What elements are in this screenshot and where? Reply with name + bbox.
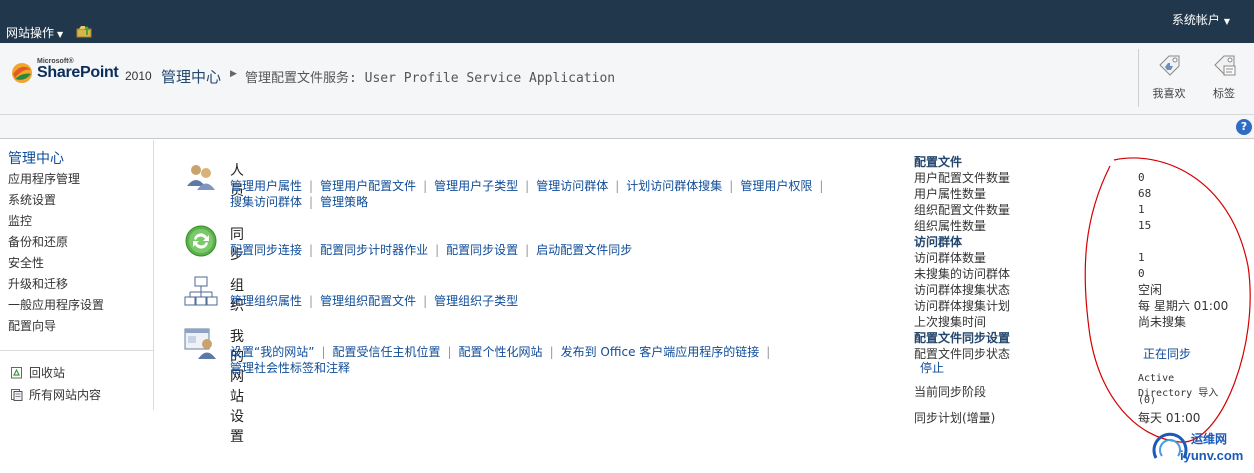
quick-launch: 管理中心 应用程序管理 系统设置 监控 备份和还原 安全性 升级和迁移 一般应用… xyxy=(0,140,154,410)
annotation-ellipse xyxy=(1084,157,1251,443)
recycle-bin-link[interactable]: 回收站 xyxy=(10,364,65,381)
link-manage-social-tags[interactable]: 管理社会性标签和注释 xyxy=(230,361,350,375)
nav-heading-central-admin[interactable]: 管理中心 xyxy=(8,148,64,168)
stop-sync-link[interactable]: 停止 xyxy=(920,359,944,376)
link-configure-sync-connections[interactable]: 配置同步连接 xyxy=(230,243,302,257)
people-icon xyxy=(187,165,215,190)
org-profile-count-label: 组织配置文件数量 xyxy=(914,203,1011,217)
link-list: 管理组织属性 | 管理组织配置文件 | 管理组织子类型 xyxy=(230,294,519,308)
site-actions-label: 网站操作 xyxy=(6,26,55,40)
user-account-menu[interactable]: 系统帐户 ▼ xyxy=(1172,11,1230,28)
link-list: 设置“我的网站” | 配置受信任主机位置 | 配置个性化网站 | 发布到 Office 客户… xyxy=(230,345,771,375)
all-site-content-label: 所有网站内容 xyxy=(29,388,102,402)
watermark-text-cn: 运维网 xyxy=(1191,432,1228,446)
link-publish-office-links[interactable]: 发布到 Office 客户端应用程序的链接 xyxy=(561,345,760,359)
i-like-it-button[interactable]: 我喜欢 xyxy=(1144,51,1194,101)
nav-item-app-management[interactable]: 应用程序管理 xyxy=(8,170,80,187)
link-compile-audiences[interactable]: 搜集访问群体 xyxy=(230,195,302,209)
link-manage-org-subtypes[interactable]: 管理组织子类型 xyxy=(434,294,518,308)
top-bar: 网站操作 ▼ 系统帐户 ▼ xyxy=(0,0,1254,43)
link-configure-sync-timer-job[interactable]: 配置同步计时器作业 xyxy=(320,243,428,257)
uncompiled-audiences-label: 未搜集的访问群体 xyxy=(914,267,1011,281)
user-property-count-label: 用户属性数量 xyxy=(914,187,987,201)
nav-item-security[interactable]: 安全性 xyxy=(8,254,44,271)
breadcrumb-separator-icon: ▶ xyxy=(230,69,237,79)
title-area: Microsoft® SharePoint 2010 管理中心 ▶ 管理配置文件… xyxy=(0,43,1254,115)
nav-item-config-wizards[interactable]: 配置向导 xyxy=(8,317,56,334)
link-configure-personalization-site[interactable]: 配置个性化网站 xyxy=(459,345,543,359)
nav-item-monitoring[interactable]: 监控 xyxy=(8,212,32,229)
sharepoint-logo[interactable]: Microsoft® SharePoint 2010 xyxy=(9,57,154,97)
logo-word: SharePoint xyxy=(37,64,119,81)
nav-divider xyxy=(0,350,153,351)
navigate-up-icon[interactable] xyxy=(76,24,92,38)
recycle-bin-label: 回收站 xyxy=(29,366,66,380)
logo-version: 2010 xyxy=(125,69,152,83)
site-content-icon xyxy=(11,389,23,401)
link-manage-user-profiles[interactable]: 管理用户配置文件 xyxy=(320,179,416,193)
link-setup-my-sites[interactable]: 设置“我的网站” xyxy=(230,345,314,359)
all-site-content-link[interactable]: 所有网站内容 xyxy=(10,386,101,403)
chevron-down-icon: ▼ xyxy=(57,30,64,39)
watermark-url: iyunv.com xyxy=(1180,448,1244,463)
link-manage-user-permissions[interactable]: 管理用户权限 xyxy=(740,179,812,193)
sharepoint-logo-icon xyxy=(12,63,32,83)
link-configure-trusted-hosts[interactable]: 配置受信任主机位置 xyxy=(332,345,440,359)
link-manage-policies[interactable]: 管理策略 xyxy=(320,195,368,209)
nav-item-system-settings[interactable]: 系统设置 xyxy=(8,191,56,208)
link-schedule-audience-compilation[interactable]: 计划访问群体搜集 xyxy=(626,179,722,193)
link-list: 管理用户属性 | 管理用户配置文件 | 管理用户子类型 | 管理访问群体 | 计划访问群体搜集 |… xyxy=(230,179,824,209)
nav-item-general-settings[interactable]: 一般应用程序设置 xyxy=(8,296,104,313)
audience-count-label: 访问群体数量 xyxy=(914,251,987,265)
organization-icon xyxy=(184,276,218,306)
account-label: 系统帐户 xyxy=(1171,13,1220,27)
watermark: 运维网 iyunv.com xyxy=(1150,428,1254,473)
link-manage-org-properties[interactable]: 管理组织属性 xyxy=(230,294,302,308)
nav-item-backup-restore[interactable]: 备份和还原 xyxy=(8,233,68,250)
tags-notes-button[interactable]: 标签 xyxy=(1199,51,1249,101)
compile-schedule-label: 访问群体搜集计划 xyxy=(914,299,1011,313)
status-strip: ? xyxy=(0,115,1254,139)
link-manage-org-profiles[interactable]: 管理组织配置文件 xyxy=(320,294,416,308)
tags-notes-label: 标签 xyxy=(1213,87,1235,100)
link-configure-sync-settings[interactable]: 配置同步设置 xyxy=(446,243,518,257)
site-actions-menu[interactable]: 网站操作 ▼ xyxy=(6,24,63,41)
profiles-heading: 配置文件 xyxy=(914,155,963,169)
sync-heading: 配置文件同步设置 xyxy=(914,331,1011,345)
user-profile-count-label: 用户配置文件数量 xyxy=(914,171,1011,185)
tag-note-icon xyxy=(1214,55,1236,76)
link-start-profile-sync[interactable]: 启动配置文件同步 xyxy=(536,243,632,257)
link-manage-user-subtypes[interactable]: 管理用户子类型 xyxy=(434,179,518,193)
link-manage-user-properties[interactable]: 管理用户属性 xyxy=(230,179,302,193)
mysite-icon xyxy=(184,328,216,359)
page-title: 管理配置文件服务: User Profile Service Applicati… xyxy=(245,71,616,86)
like-tag-icon xyxy=(1159,55,1180,76)
link-manage-audiences[interactable]: 管理访问群体 xyxy=(536,179,608,193)
audiences-heading: 访问群体 xyxy=(914,235,963,249)
last-compile-label: 上次搜集时间 xyxy=(914,315,987,329)
recycle-bin-icon xyxy=(11,367,22,379)
link-list: 配置同步连接 | 配置同步计时器作业 | 配置同步设置 | 启动配置文件同步 xyxy=(230,243,633,257)
compile-status-label: 访问群体搜集状态 xyxy=(914,283,1011,297)
divider xyxy=(1138,49,1139,107)
org-property-count-label: 组织属性数量 xyxy=(914,219,987,233)
sync-stage-label: 当前同步阶段 xyxy=(914,385,987,399)
help-icon[interactable]: ? xyxy=(1236,119,1252,135)
sync-schedule-label: 同步计划(增量) xyxy=(914,411,996,425)
breadcrumb-root[interactable]: 管理中心 xyxy=(161,66,221,87)
sync-icon xyxy=(185,225,217,257)
nav-item-upgrade-migration[interactable]: 升级和迁移 xyxy=(8,275,68,292)
i-like-it-label: 我喜欢 xyxy=(1152,87,1186,100)
chevron-down-icon: ▼ xyxy=(1223,17,1230,26)
